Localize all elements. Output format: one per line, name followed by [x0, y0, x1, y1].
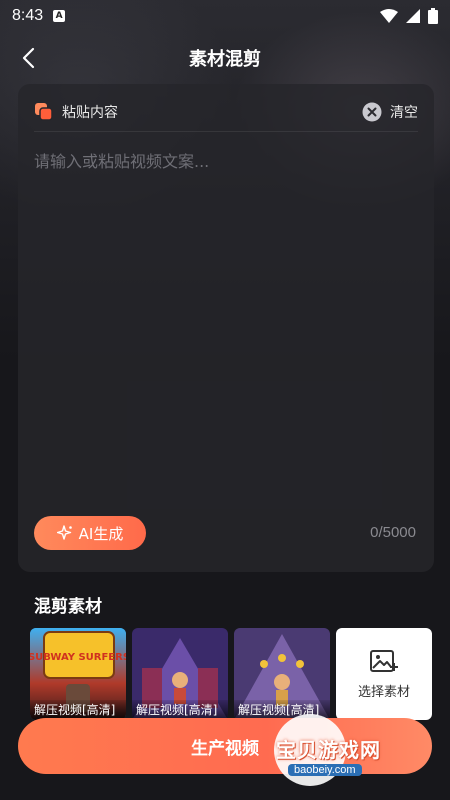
paste-icon [35, 102, 53, 121]
editor-toolbar: 粘贴内容 清空 [34, 92, 418, 132]
char-counter: 0/5000 [370, 524, 416, 541]
sparkle-icon [56, 525, 72, 540]
status-icons [380, 8, 438, 24]
produce-video-label: 生产视频 [191, 738, 259, 759]
watermark-text: 宝贝游戏网 [276, 738, 381, 762]
add-image-icon [370, 649, 398, 672]
chevron-left-icon [22, 47, 35, 69]
clear-label: 清空 [390, 104, 418, 121]
materials-title: 混剪素材 [34, 597, 102, 617]
watermark: 宝贝游戏网 baobeiy.com [268, 706, 428, 788]
material-label: 解压视频[高清] [132, 700, 228, 720]
material-label: 解压视频[高清] [30, 700, 126, 720]
clear-icon [362, 102, 382, 121]
clear-button[interactable]: 清空 [362, 102, 418, 122]
wifi-icon [380, 9, 398, 23]
select-material-label: 选择素材 [357, 684, 410, 700]
ai-generate-button[interactable]: AI生成 [34, 516, 146, 550]
material-item[interactable]: 解压视频[高清] [132, 628, 228, 720]
thumbnail-logo-text: SUBWAY SURFERS [30, 652, 126, 663]
watermark-url: baobeiy.com [288, 764, 362, 776]
battery-icon [428, 8, 438, 24]
page-title: 素材混剪 [189, 49, 261, 70]
signal-icon [406, 9, 420, 23]
editor-card: 粘贴内容 清空 AI生成 0/5000 [18, 84, 434, 572]
nav-bar: 素材混剪 [0, 36, 450, 80]
ai-generate-label: AI生成 [78, 524, 124, 543]
status-time: 8:43 [12, 7, 44, 24]
paste-button[interactable]: 粘贴内容 [34, 102, 118, 122]
back-button[interactable] [12, 42, 44, 74]
material-item[interactable]: SUBWAY SURFERS 解压视频[高清] [30, 628, 126, 720]
status-bar: 8:43 A [0, 0, 450, 32]
paste-label: 粘贴内容 [62, 104, 118, 121]
accessibility-icon: A [53, 10, 66, 22]
script-input[interactable] [34, 148, 418, 488]
